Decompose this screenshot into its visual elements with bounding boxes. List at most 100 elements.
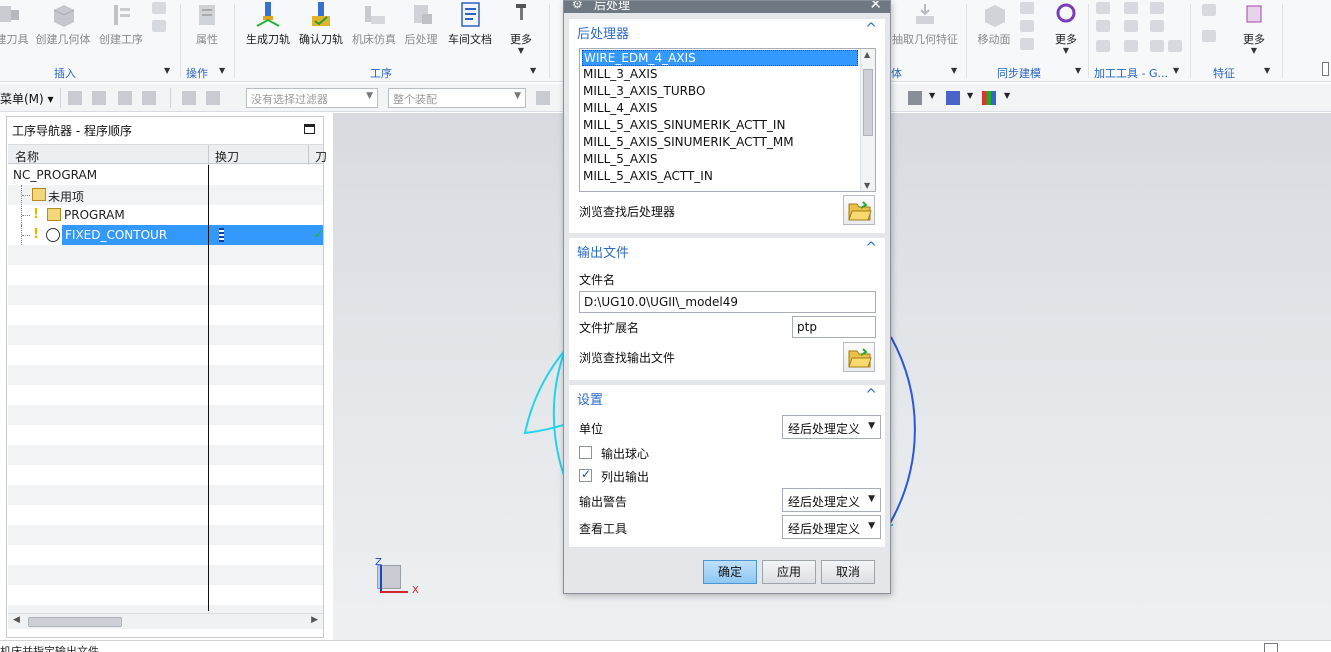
filename-input[interactable]: D:\UG10.0\UGII\_model49	[579, 291, 876, 313]
unit-select[interactable]: 经后处理定义 ▼	[782, 415, 881, 439]
postprocessor-option[interactable]: MILL_5_AXIS_SINUMERIK_ACTT_MM	[582, 135, 794, 151]
scroll-left-icon[interactable]: ◀	[13, 615, 20, 625]
group-machining-tools[interactable]: 加工工具 - G...	[1094, 65, 1168, 81]
status-icon[interactable]	[1264, 643, 1278, 652]
move-face-button[interactable]: 移动面	[974, 0, 1014, 47]
chevron-down-icon[interactable]: ▼	[967, 91, 973, 100]
group-body[interactable]: 体	[891, 65, 902, 81]
chevron-down-icon[interactable]: ▼	[1004, 91, 1010, 100]
select-icon[interactable]	[182, 91, 196, 105]
postprocessor-option[interactable]: MILL_5_AXIS_SINUMERIK_ACTT_IN	[582, 118, 785, 134]
review-tool-select[interactable]: 经后处理定义 ▼	[782, 515, 881, 539]
column-name[interactable]: 名称	[15, 148, 39, 165]
ribbon-expand-icon[interactable]	[1322, 62, 1329, 76]
list-output-checkbox[interactable]	[579, 467, 592, 482]
chevron-down-icon[interactable]: ▼	[951, 66, 957, 75]
postprocessor-section-title[interactable]: 后处理器	[577, 23, 629, 42]
filter-icon[interactable]	[68, 91, 82, 105]
settings-section-title[interactable]: 设置	[577, 389, 603, 408]
group-insert[interactable]: 插入	[54, 65, 76, 81]
close-icon[interactable]: ✕	[869, 1, 882, 13]
chevron-down-icon[interactable]: ▼	[929, 91, 935, 100]
output-ball-center-checkbox[interactable]	[579, 446, 592, 459]
main-menu-button[interactable]: 菜单(M) ▾	[0, 90, 54, 107]
postprocessor-list[interactable]: WIRE_EDM_4_AXIS MILL_3_AXIS MILL_3_AXIS_…	[579, 48, 876, 192]
small-tool-icon[interactable]	[1150, 2, 1164, 14]
group-sync-modeling[interactable]: 同步建模	[997, 65, 1041, 81]
small-tool-icon[interactable]	[1124, 2, 1138, 14]
scroll-right-icon[interactable]: ▶	[311, 615, 318, 625]
more-button[interactable]: 更多 ▼	[504, 0, 538, 55]
assembly-filter-combo[interactable]: 整个装配 ▼	[388, 88, 526, 108]
group-feature[interactable]: 特征	[1213, 65, 1235, 81]
small-tool-icon[interactable]	[1124, 20, 1138, 32]
small-tool-icon[interactable]	[1020, 2, 1034, 14]
group-operation[interactable]: 操作	[186, 65, 208, 81]
small-tool-icon[interactable]	[1020, 38, 1034, 50]
create-operation-button[interactable]: 创建工序	[98, 0, 144, 47]
small-tool-icon[interactable]	[1150, 40, 1164, 52]
generate-toolpath-button[interactable]: 生成刀轨	[244, 0, 292, 47]
vertical-scrollbar[interactable]: ▲ ▼	[860, 49, 875, 191]
browse-postprocessor-button[interactable]	[843, 195, 875, 225]
snap-icon[interactable]	[536, 91, 550, 105]
column-tool-change[interactable]: 换刀	[215, 148, 239, 165]
tree-row-unused[interactable]: 未用项	[8, 185, 323, 245]
chevron-down-icon[interactable]: ▼	[219, 66, 225, 75]
output-warning-select[interactable]: 经后处理定义 ▼	[782, 488, 881, 512]
small-tool-icon[interactable]	[1020, 20, 1034, 32]
dialog-titlebar[interactable]: ⚙ 后处理 ✕	[564, 1, 890, 13]
create-geometry-button[interactable]: 创建几何体	[34, 0, 92, 47]
cancel-button[interactable]: 取消	[821, 560, 875, 584]
postprocessor-option[interactable]: MILL_3_AXIS_TURBO	[582, 84, 705, 100]
filter-icon[interactable]	[142, 91, 156, 105]
chevron-down-icon[interactable]: ▼	[530, 66, 536, 75]
browse-output-button[interactable]	[843, 342, 875, 372]
collapse-icon[interactable]: ^	[865, 240, 877, 256]
group-procedure[interactable]: 工序	[370, 65, 392, 81]
chevron-down-icon[interactable]: ▼	[1264, 66, 1270, 75]
properties-button[interactable]: 属性	[188, 0, 226, 47]
tree-row-nc-program[interactable]: NC_PROGRAM	[8, 165, 323, 185]
postprocessor-option[interactable]: MILL_4_AXIS	[582, 101, 657, 117]
postprocessor-option[interactable]: MILL_3_AXIS	[582, 67, 657, 83]
small-tool-icon[interactable]	[1096, 2, 1110, 14]
horizontal-scrollbar[interactable]: ◀ ▶	[8, 613, 323, 629]
verify-toolpath-button[interactable]: 确认刀轨	[298, 0, 344, 47]
tree-row-program[interactable]: ! PROGRAM	[8, 205, 323, 225]
extract-geometry-button[interactable]: 抽取几何特征	[892, 0, 958, 47]
file-extension-input[interactable]: ptp	[792, 316, 876, 338]
output-section-title[interactable]: 输出文件	[577, 242, 629, 261]
chevron-down-icon[interactable]: ▼	[1075, 66, 1081, 75]
scrollbar-thumb[interactable]	[863, 69, 873, 136]
collapse-icon[interactable]: ^	[865, 387, 877, 403]
small-tool-icon[interactable]	[1096, 20, 1110, 32]
color-icon[interactable]	[982, 91, 996, 105]
postprocessor-option[interactable]: MILL_5_AXIS_ACTT_IN	[582, 169, 713, 185]
maximize-icon[interactable]	[304, 124, 315, 134]
chevron-down-icon[interactable]: ▼	[164, 66, 170, 75]
small-tool-icon[interactable]	[1096, 40, 1110, 52]
small-tool-icon[interactable]	[1150, 20, 1164, 32]
type-filter-combo[interactable]: 没有选择过滤器 ▼	[246, 88, 378, 108]
more-feature-button[interactable]: 更多 ▼	[1238, 0, 1270, 55]
create-tool-button[interactable]: 建刀具	[0, 0, 30, 47]
machine-simulation-button[interactable]: 机床仿真	[350, 0, 398, 47]
ok-button[interactable]: 确定	[703, 560, 757, 584]
scroll-up-icon[interactable]: ▲	[864, 50, 870, 59]
column-tool[interactable]: 刀	[315, 148, 327, 165]
collapse-icon[interactable]: ^	[865, 21, 877, 37]
small-tool-icon[interactable]	[1124, 40, 1138, 52]
tree-row-fixed-contour[interactable]: ! FIXED_CONTOUR ✓	[8, 225, 323, 245]
chevron-down-icon[interactable]: ▼	[1173, 66, 1179, 75]
small-feature-icon[interactable]	[1202, 30, 1216, 42]
small-tool-icon[interactable]	[152, 2, 166, 14]
apply-button[interactable]: 应用	[762, 560, 816, 584]
filter-icon[interactable]	[92, 91, 106, 105]
select-icon[interactable]	[206, 91, 220, 105]
postprocess-button[interactable]: 后处理	[402, 0, 440, 47]
more-sync-button[interactable]: 更多 ▼	[1050, 0, 1082, 55]
shop-doc-button[interactable]: 车间文档	[446, 0, 494, 47]
scrollbar-thumb[interactable]	[28, 617, 122, 627]
filter-icon[interactable]	[118, 91, 132, 105]
